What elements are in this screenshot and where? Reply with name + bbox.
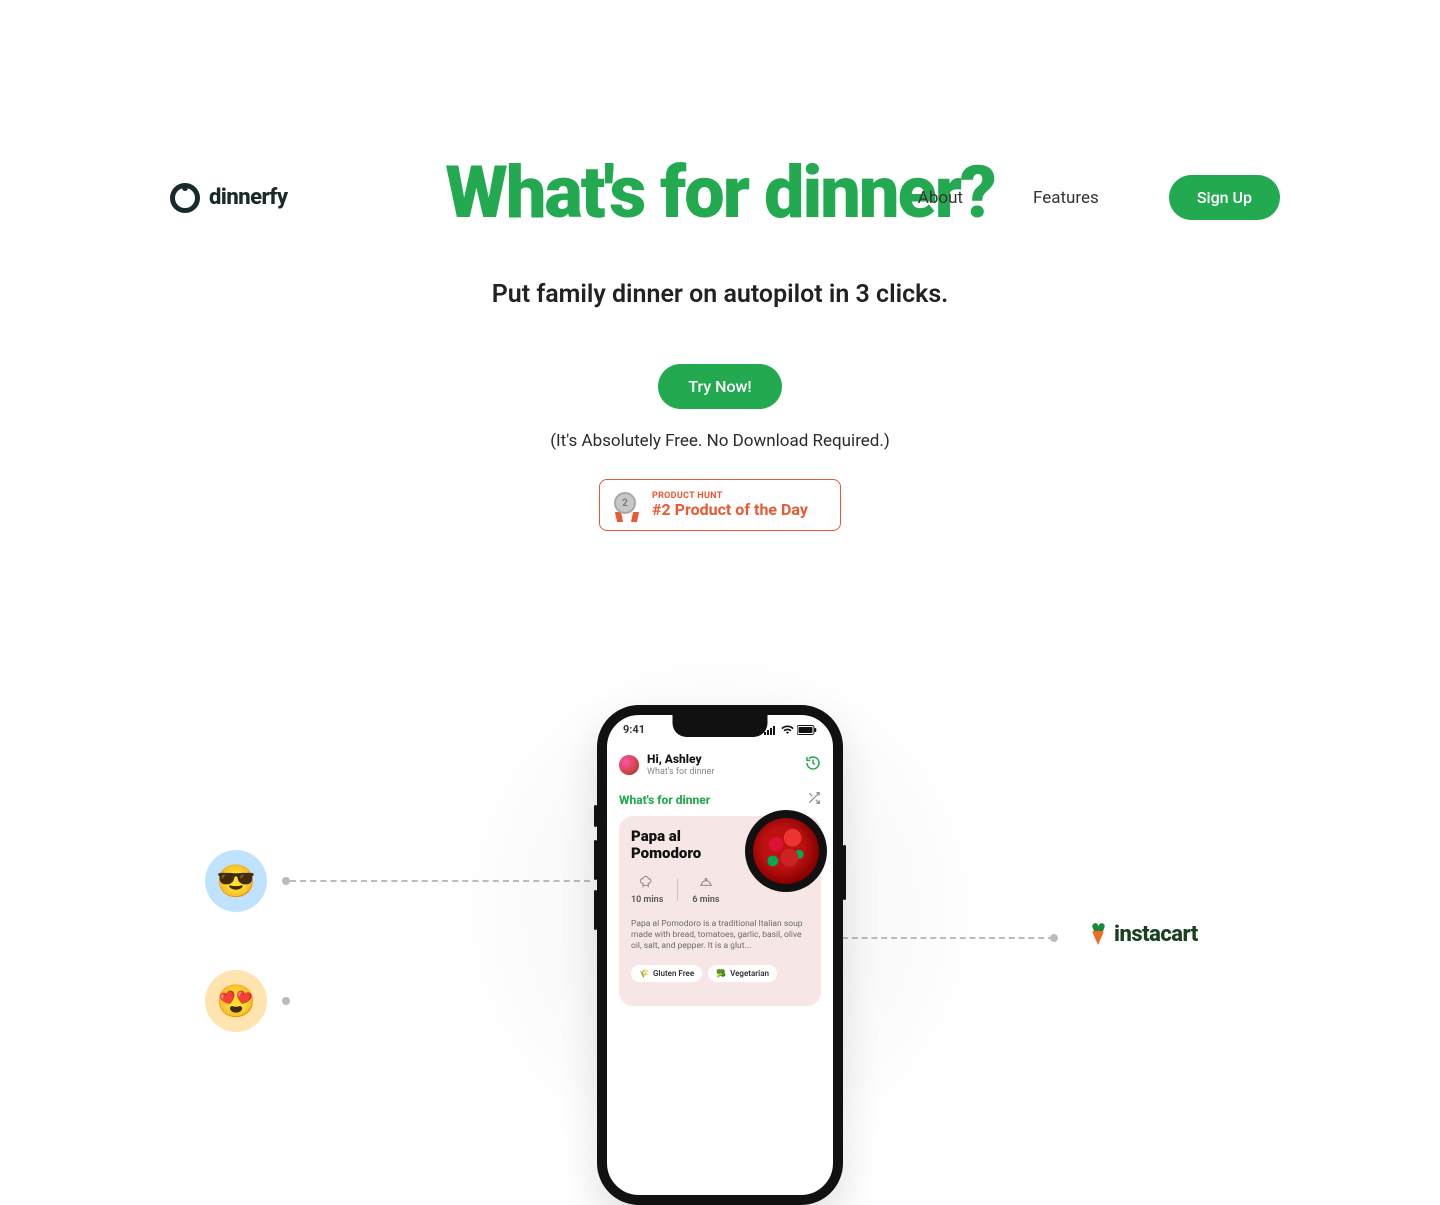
- connector-dot: [282, 877, 290, 885]
- product-hunt-title: #2 Product of the Day: [652, 501, 808, 519]
- signup-button[interactable]: Sign Up: [1169, 175, 1280, 220]
- medal-icon: 2: [614, 492, 640, 518]
- battery-icon: [797, 725, 817, 735]
- brand-name: dinnerfy: [209, 185, 288, 210]
- family-avatar-1: 😎: [205, 850, 267, 912]
- tag-gluten-free: 🌾 Gluten Free: [631, 965, 702, 982]
- dish-description: Papa al Pomodoro is a traditional Italia…: [631, 919, 809, 953]
- carrot-icon: [1088, 925, 1108, 945]
- prep-time: 10 mins: [631, 875, 663, 905]
- shuffle-icon[interactable]: [807, 791, 821, 808]
- dish-name: Papa al Pomodoro: [631, 828, 741, 863]
- brand-logo[interactable]: dinnerfy: [170, 183, 288, 213]
- medal-rank: 2: [614, 492, 636, 514]
- product-hunt-badge[interactable]: 2 PRODUCT HUNT #2 Product of the Day: [599, 479, 841, 531]
- connector-line: [842, 937, 1054, 939]
- greet-name: Hi, Ashley: [647, 752, 714, 766]
- connector-dot: [282, 997, 290, 1005]
- phone-status-icons: [764, 723, 817, 736]
- dish-photo: [745, 810, 827, 892]
- hero-subhead: Put family dinner on autopilot in 3 clic…: [0, 280, 1440, 309]
- nav-features[interactable]: Features: [1033, 188, 1099, 208]
- dinnerfy-logo-icon: [170, 183, 200, 213]
- recipe-card[interactable]: Papa al Pomodoro 10 mins 6 mins: [619, 816, 821, 1006]
- cloche-icon: [692, 875, 719, 893]
- phone-clock: 9:41: [623, 723, 645, 736]
- phone-section-title: What's for dinner: [619, 793, 710, 807]
- hero-note: (It's Absolutely Free. No Download Requi…: [0, 431, 1440, 451]
- nav-links: About Features Sign Up: [918, 175, 1280, 220]
- user-avatar-icon: [619, 755, 639, 775]
- broccoli-icon: 🥦: [716, 969, 726, 978]
- history-icon[interactable]: [805, 755, 821, 774]
- chef-hat-icon: [631, 875, 663, 893]
- wheat-icon: 🌾: [639, 969, 649, 978]
- greet-sub: What's for dinner: [647, 767, 714, 777]
- family-avatar-2: 😍: [205, 970, 267, 1032]
- connector-line: [290, 880, 590, 882]
- instacart-logo: instacart: [1088, 922, 1198, 947]
- nav-about[interactable]: About: [918, 188, 963, 208]
- connector-dot: [1050, 934, 1058, 942]
- greeting-row: Hi, Ashley What's for dinner: [619, 752, 821, 777]
- wifi-icon: [781, 725, 794, 735]
- top-nav: dinnerfy About Features Sign Up: [0, 150, 1440, 220]
- cook-time: 6 mins: [692, 875, 719, 905]
- instacart-wordmark: instacart: [1114, 922, 1198, 947]
- try-now-button[interactable]: Try Now!: [658, 364, 781, 409]
- phone-mockup: 9:41 Hi, Ashley What's for dinner What's…: [597, 705, 843, 1205]
- phone-notch: [673, 715, 768, 737]
- tag-vegetarian: 🥦 Vegetarian: [708, 965, 777, 982]
- product-hunt-text: PRODUCT HUNT #2 Product of the Day: [652, 491, 808, 520]
